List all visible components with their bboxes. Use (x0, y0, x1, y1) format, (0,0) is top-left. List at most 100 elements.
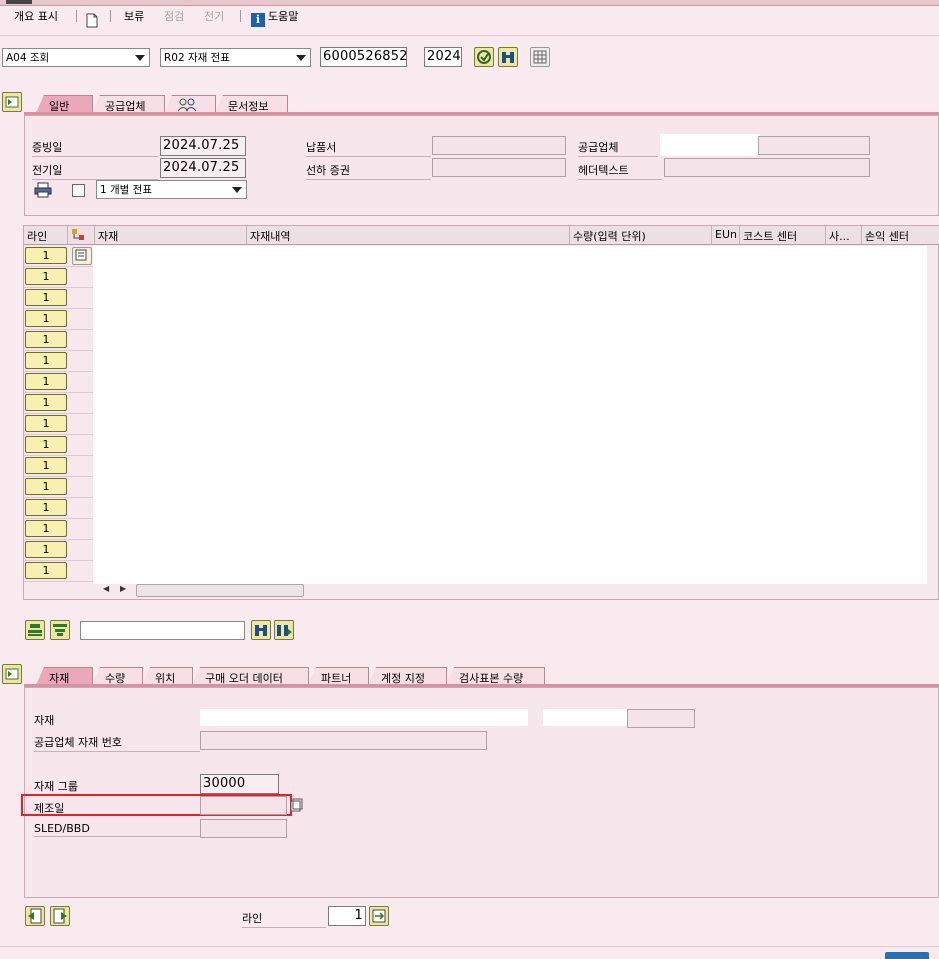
sap-logo-icon (885, 952, 929, 959)
select-all-button[interactable] (25, 620, 45, 640)
material-desc-field[interactable] (627, 709, 695, 728)
detail-icon (75, 249, 87, 261)
table-row[interactable]: 1 (25, 289, 67, 306)
doc-type-select[interactable]: R02 자재 전표 (160, 48, 311, 67)
table-row[interactable]: 1 (25, 562, 67, 579)
previous-item-button[interactable] (25, 906, 45, 926)
col-header-unit[interactable]: EUn (712, 226, 740, 245)
delivery-note-field[interactable] (432, 136, 566, 155)
tab-general[interactable]: 일반 (36, 95, 93, 113)
bill-of-lading-field[interactable] (432, 158, 566, 177)
collapse-header-button[interactable] (2, 92, 22, 112)
table-find-next-button[interactable] (274, 620, 294, 640)
year-field[interactable]: 2024 (424, 47, 462, 67)
table-row[interactable]: 1 (25, 247, 67, 264)
horizontal-scrollbar-thumb[interactable] (136, 584, 304, 597)
toggle-section-icon (5, 96, 19, 108)
execute-button[interactable] (474, 47, 494, 67)
posting-date-label: 전기일 (32, 162, 158, 180)
table-row[interactable]: 1 (25, 373, 67, 390)
scroll-right-icon[interactable]: ▶ (120, 584, 126, 593)
calendar-icon[interactable] (289, 798, 303, 814)
table-row[interactable]: 1 (25, 310, 67, 327)
tab-inspection-sample[interactable]: 검사표본 수량 (446, 667, 545, 685)
printer-icon[interactable] (34, 182, 52, 198)
header-text-field[interactable] (664, 158, 870, 177)
tab-partner[interactable]: 파트너 (308, 667, 369, 685)
column-config-icon (72, 229, 84, 240)
tab-location[interactable]: 위치 (142, 667, 193, 685)
go-to-line-button[interactable] (369, 906, 389, 926)
overview-button[interactable]: 개요 표시 (14, 8, 58, 24)
material-group-field[interactable]: 30000 (200, 774, 279, 794)
row-separator (24, 329, 94, 330)
vendor-redacted (660, 134, 760, 156)
row-separator (24, 266, 94, 267)
row-separator (24, 413, 94, 414)
next-item-button[interactable] (50, 906, 70, 926)
col-header-profit-center[interactable]: 손익 센터 (862, 226, 939, 245)
vendor-label: 공급업체 (578, 139, 658, 157)
sled-field[interactable] (200, 819, 287, 838)
vendor-material-field[interactable] (200, 731, 487, 750)
row-separator (24, 350, 94, 351)
tab-vendor[interactable]: 공급업체 (92, 95, 165, 113)
col-header-cost-center[interactable]: 코스트 센터 (740, 226, 826, 245)
print-checkbox[interactable] (72, 184, 85, 197)
delivery-note-label: 납품서 (306, 139, 431, 157)
col-header-business-area[interactable]: 사... (826, 226, 862, 245)
action-select[interactable]: A04 조회 (2, 48, 150, 67)
tab-po-data[interactable]: 구매 오더 데이터 (192, 667, 309, 685)
posting-date-field[interactable]: 2024.07.25 (160, 158, 246, 178)
col-header-material-desc[interactable]: 자재내역 (247, 226, 570, 245)
hold-button[interactable]: 보류 (124, 8, 144, 24)
table-row[interactable]: 1 (25, 331, 67, 348)
material-label: 자재 (34, 714, 55, 727)
go-to-line-icon (372, 909, 386, 923)
people-icon (177, 98, 197, 112)
line-label: 라인 (242, 910, 326, 928)
binoculars-icon (502, 52, 514, 63)
table-row[interactable]: 1 (25, 415, 67, 432)
table-row[interactable]: 1 (25, 436, 67, 453)
table-row[interactable]: 1 (25, 394, 67, 411)
table-row[interactable]: 1 (25, 499, 67, 516)
tab-account-assignment[interactable]: 계정 지정 (368, 667, 447, 685)
col-header-quantity[interactable]: 수량(입력 단위) (570, 226, 712, 245)
tab-document-info[interactable]: 문서정보 (215, 95, 288, 113)
table-row[interactable]: 1 (25, 352, 67, 369)
col-header-config[interactable] (68, 226, 95, 245)
help-button[interactable]: 도움말 (268, 8, 298, 24)
table-row[interactable]: 1 (25, 457, 67, 474)
find-button[interactable] (498, 47, 518, 67)
new-document-icon[interactable] (86, 13, 98, 28)
post-button[interactable]: 전기 (204, 8, 224, 24)
table-row[interactable]: 1 (25, 520, 67, 537)
scroll-left-icon[interactable]: ◀ (103, 584, 109, 593)
tab-material[interactable]: 자재 (36, 667, 93, 685)
doc-number-field[interactable]: 6000526852 (320, 47, 408, 67)
col-header-line[interactable]: 라인 (24, 226, 68, 245)
mfg-date-field[interactable] (200, 796, 287, 815)
tab-contact[interactable] (164, 95, 216, 113)
table-row[interactable]: 1 (25, 541, 67, 558)
row-detail-button[interactable] (72, 247, 92, 265)
check-button[interactable]: 점검 (164, 8, 184, 24)
table-search-input[interactable] (80, 621, 245, 640)
deselect-all-button[interactable] (50, 620, 70, 640)
col-header-material[interactable]: 자재 (95, 226, 247, 245)
doc-date-field[interactable]: 2024.07.25 (160, 136, 246, 156)
header-text-label: 헤더텍스트 (578, 162, 662, 180)
mfg-date-label: 제조일 (34, 802, 65, 815)
collapse-detail-button[interactable] (2, 664, 22, 684)
info-icon[interactable]: i (251, 13, 265, 27)
tab-quantity[interactable]: 수량 (92, 667, 143, 685)
print-version-select[interactable]: 1 개별 전표 (96, 180, 247, 199)
vendor-name-field[interactable] (758, 136, 870, 155)
line-number-field[interactable]: 1 (328, 906, 366, 926)
table-row[interactable]: 1 (25, 268, 67, 285)
list-button[interactable] (530, 47, 550, 67)
table-row[interactable]: 1 (25, 478, 67, 495)
table-find-button[interactable] (251, 620, 271, 640)
deselect-all-icon (53, 624, 67, 636)
